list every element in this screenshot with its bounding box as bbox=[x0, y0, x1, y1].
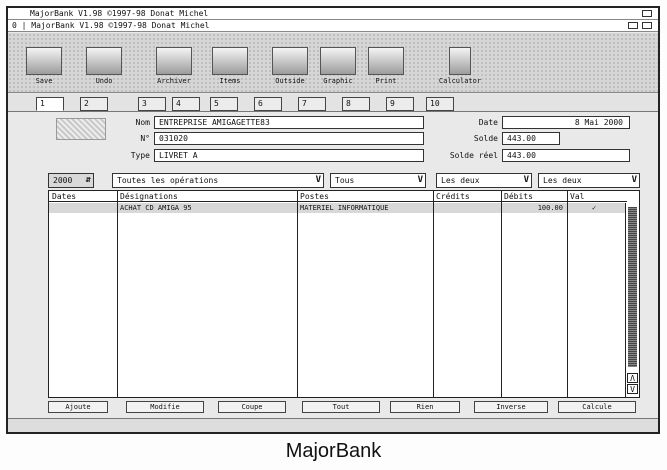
chevron-down-icon: V bbox=[417, 175, 423, 185]
depth-gadget-icon[interactable] bbox=[642, 22, 652, 29]
document-title: 0 | MajorBank V1.98 ©1997-98 Donat Miche… bbox=[12, 21, 210, 30]
modify-button[interactable]: Modifie bbox=[126, 401, 204, 413]
tab-3[interactable]: 3 bbox=[138, 97, 166, 111]
app-window: MajorBank V1.98 ©1997-98 Donat Michel 0 … bbox=[6, 6, 660, 434]
tool-save[interactable]: Save bbox=[18, 47, 70, 86]
operations-select[interactable]: Toutes les opérations V bbox=[112, 173, 324, 188]
vertical-scrollbar[interactable]: Λ V bbox=[625, 203, 639, 397]
number-label: N° bbox=[140, 134, 150, 143]
cell-designation: ACHAT CD AMIGA 95 bbox=[120, 204, 192, 212]
operations-table[interactable]: Dates Désignations Postes Crédits Débits… bbox=[48, 190, 640, 398]
document-title-bar[interactable]: 0 | MajorBank V1.98 ©1997-98 Donat Miche… bbox=[8, 20, 658, 32]
tool-archiver[interactable]: Archiver bbox=[148, 47, 200, 86]
select-all-button[interactable]: Tout bbox=[302, 401, 380, 413]
pen-icon bbox=[272, 47, 308, 75]
window-title-bar[interactable]: MajorBank V1.98 ©1997-98 Donat Michel bbox=[8, 8, 658, 20]
select-none-button[interactable]: Rien bbox=[390, 401, 460, 413]
column-divider bbox=[501, 191, 502, 397]
tab-8[interactable]: 8 bbox=[342, 97, 370, 111]
date-field[interactable]: 8 Mai 2000 bbox=[502, 116, 630, 129]
caption: MajorBank bbox=[285, 440, 382, 462]
stepper-icon[interactable]: ⇵ bbox=[86, 175, 91, 186]
account-tabs: 1 2 3 4 5 6 7 8 9 10 bbox=[8, 94, 658, 112]
save-icon bbox=[26, 47, 62, 75]
tool-undo[interactable]: Undo bbox=[78, 47, 130, 86]
side2-select[interactable]: Les deux V bbox=[538, 173, 640, 188]
tab-5[interactable]: 5 bbox=[210, 97, 238, 111]
window-icon bbox=[212, 47, 248, 75]
calculate-button[interactable]: Calcule bbox=[558, 401, 636, 413]
column-header-credits[interactable]: Crédits bbox=[433, 191, 501, 202]
column-header-debits[interactable]: Débits bbox=[501, 191, 567, 202]
tab-6[interactable]: 6 bbox=[254, 97, 282, 111]
balance-field: 443.00 bbox=[502, 132, 560, 145]
name-field[interactable]: ENTREPRISE AMIGAGETTE83 bbox=[154, 116, 424, 129]
column-header-designations[interactable]: Désignations bbox=[117, 191, 297, 202]
copy-icon bbox=[86, 47, 122, 75]
number-field[interactable]: 031020 bbox=[154, 132, 424, 145]
column-divider bbox=[567, 191, 568, 397]
tool-print[interactable]: Print bbox=[360, 47, 412, 86]
tab-9[interactable]: 9 bbox=[386, 97, 414, 111]
type-label: Type bbox=[130, 151, 150, 160]
tool-items[interactable]: Items bbox=[204, 47, 256, 86]
column-divider bbox=[433, 191, 434, 397]
add-button[interactable]: Ajoute bbox=[48, 401, 108, 413]
scroll-thumb[interactable] bbox=[628, 207, 637, 367]
scope-select[interactable]: Tous V bbox=[330, 173, 426, 188]
column-header-dates[interactable]: Dates bbox=[49, 191, 117, 202]
real-balance-field: 443.00 bbox=[502, 149, 630, 162]
zoom-gadget-icon[interactable] bbox=[628, 22, 638, 29]
tab-1[interactable]: 1 bbox=[36, 97, 64, 111]
tool-graphic[interactable]: Graphic bbox=[312, 47, 364, 86]
real-balance-label: Solde réel bbox=[449, 151, 498, 160]
tab-10[interactable]: 10 bbox=[426, 97, 454, 111]
disk-icon bbox=[320, 47, 356, 75]
column-divider bbox=[297, 191, 298, 397]
cell-val: ✓ bbox=[592, 204, 597, 212]
tab-7[interactable]: 7 bbox=[298, 97, 326, 111]
archive-book-icon bbox=[156, 47, 192, 75]
scroll-down-icon[interactable]: V bbox=[627, 384, 638, 394]
scroll-up-icon[interactable]: Λ bbox=[627, 373, 638, 383]
side-select[interactable]: Les deux V bbox=[436, 173, 532, 188]
name-label: Nom bbox=[135, 118, 150, 127]
tab-2[interactable]: 2 bbox=[80, 97, 108, 111]
action-buttons: Ajoute Modifie Coupe Tout Rien Inverse C… bbox=[48, 399, 640, 416]
chevron-down-icon: V bbox=[523, 175, 529, 185]
cell-debit: 100.00 bbox=[537, 204, 563, 212]
cut-button[interactable]: Coupe bbox=[218, 401, 286, 413]
account-logo bbox=[56, 118, 106, 140]
status-bar bbox=[8, 418, 658, 432]
printer-icon bbox=[368, 47, 404, 75]
balance-label: Solde bbox=[473, 134, 498, 143]
depth-gadget-icon[interactable] bbox=[642, 10, 652, 17]
tool-outside[interactable]: Outside bbox=[264, 47, 316, 86]
tool-calculator[interactable]: Calculator bbox=[434, 47, 486, 86]
chevron-down-icon: V bbox=[631, 175, 637, 185]
window-title: MajorBank V1.98 ©1997-98 Donat Michel bbox=[30, 9, 209, 18]
year-select[interactable]: 2000 ⇵ bbox=[48, 173, 94, 188]
calculator-icon bbox=[449, 47, 471, 75]
column-divider bbox=[117, 191, 118, 397]
tab-4[interactable]: 4 bbox=[172, 97, 200, 111]
column-header-val[interactable]: Val bbox=[567, 191, 627, 202]
date-label: Date bbox=[478, 118, 498, 127]
invert-button[interactable]: Inverse bbox=[474, 401, 548, 413]
cell-poste: MATERIEL INFORMATIQUE bbox=[300, 204, 389, 212]
column-header-postes[interactable]: Postes bbox=[297, 191, 433, 202]
type-field[interactable]: LIVRET A bbox=[154, 149, 424, 162]
chevron-down-icon: V bbox=[315, 175, 321, 185]
toolbar: Save Undo Archiver Items Outside Graphic… bbox=[8, 33, 658, 93]
